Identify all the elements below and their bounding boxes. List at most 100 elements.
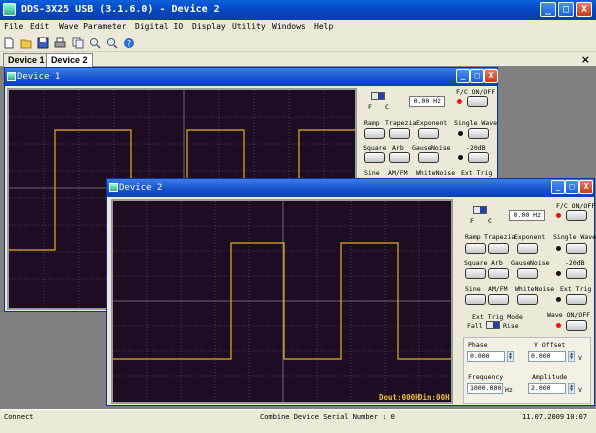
device-2-trig-edge-switch[interactable]	[486, 321, 500, 329]
device-1-ramp-label: Ramp	[364, 119, 380, 127]
device-1-single-wave-label: Single Wave	[454, 119, 498, 127]
device-1-freq-readout: 0.00 Hz	[409, 96, 445, 107]
amplitude-spinner[interactable]: ▲ ▼	[568, 383, 575, 394]
device-2-sine-button[interactable]	[465, 294, 486, 305]
new-icon[interactable]	[3, 37, 15, 49]
toolbar: ?	[0, 35, 596, 52]
device-1-title: Device 1	[17, 72, 61, 82]
device-2-maximize-button[interactable]: □	[565, 180, 579, 194]
device-1-title-bar[interactable]: Device 1 _ □ X	[5, 68, 498, 86]
device-1-fc-onoff-button[interactable]	[467, 96, 488, 107]
yoffset-input[interactable]: 0.000	[528, 351, 566, 362]
menu-edit[interactable]: Edit	[30, 22, 49, 31]
device-1-gause-button[interactable]	[418, 152, 439, 163]
device-1-single-wave-button[interactable]	[468, 128, 489, 139]
device-1-fc-switch[interactable]	[371, 92, 385, 100]
menu-utility[interactable]: Utility	[232, 22, 266, 31]
device-1-close-button[interactable]: X	[484, 69, 498, 83]
device-2-gause-button[interactable]	[517, 268, 538, 279]
document-tabs: Device 1 Device 2 ×	[0, 52, 596, 67]
print-icon[interactable]	[54, 37, 66, 49]
device-2-fc-switch[interactable]	[473, 206, 487, 214]
device-2-minus20db-button[interactable]	[566, 268, 587, 279]
device-2-arb-button[interactable]	[488, 268, 509, 279]
device-1-trapezia-button[interactable]	[389, 128, 410, 139]
device-2-control-panel: F C 0.00 Hz F/C ON/OFF Ramp Trapezia Exp…	[457, 199, 596, 405]
tab-device-1[interactable]: Device 1	[3, 53, 50, 67]
device-2-f-label: F	[470, 217, 474, 225]
device-1-fc-onoff-label: F/C ON/OFF	[456, 88, 496, 96]
yoffset-unit: V	[578, 354, 582, 362]
app-title-bar[interactable]: DDS-3X25 USB (3.1.6.0) - Device 2 _ □ X	[0, 0, 596, 20]
device-2-whitenoise-button[interactable]	[517, 294, 538, 305]
device-1-ramp-button[interactable]	[364, 128, 385, 139]
phase-spinner[interactable]: ▲ ▼	[507, 351, 514, 362]
save-icon[interactable]	[37, 37, 49, 49]
device-2-waveform	[113, 201, 451, 402]
device-2-arb-label: Arb	[491, 259, 503, 267]
device-1-minus20db-button[interactable]	[468, 152, 489, 163]
device-2-window[interactable]: Device 2 _ □ X Dout:000H Din:00H F C 0.0…	[106, 178, 596, 406]
device-2-minus20db-label: -20dB	[565, 259, 585, 267]
phase-label: Phase	[468, 341, 488, 349]
device-2-amfm-button[interactable]	[488, 294, 509, 305]
device-1-amfm-label: AM/FM	[388, 169, 408, 177]
status-time: 10:07	[566, 413, 588, 421]
menu-help[interactable]: Help	[314, 22, 333, 31]
device-icon	[7, 72, 16, 81]
device-2-single-wave-button[interactable]	[566, 243, 587, 254]
menu-display[interactable]: Display	[192, 22, 226, 31]
phase-input[interactable]: 0.000	[467, 351, 505, 362]
close-button[interactable]: X	[576, 2, 592, 17]
device-2-exponent-button[interactable]	[517, 243, 538, 254]
device-1-maximize-button[interactable]: □	[470, 69, 484, 83]
device-2-amfm-label: AM/FM	[488, 285, 508, 293]
device-1-exponent-button[interactable]	[418, 128, 439, 139]
open-icon[interactable]	[20, 37, 32, 49]
device-2-trapezia-button[interactable]	[488, 243, 509, 254]
device-1-square-button[interactable]	[364, 152, 385, 163]
device-2-ext-trig-label: Ext Trig	[560, 285, 592, 293]
device-2-square-button[interactable]	[465, 268, 486, 279]
device-2-ext-trig-button[interactable]	[566, 294, 587, 305]
device-1-noise-label: Noise	[431, 144, 451, 152]
device-2-fall-label: Fall	[467, 322, 483, 330]
device-2-title-bar[interactable]: Device 2 _ □ X	[107, 179, 594, 197]
help-icon[interactable]: ?	[123, 37, 135, 49]
device-1-arb-button[interactable]	[389, 152, 410, 163]
frequency-input[interactable]: 1000.000	[467, 383, 503, 394]
amplitude-input[interactable]: 2.000	[528, 383, 566, 394]
menu-windows[interactable]: Windows	[272, 22, 306, 31]
device-2-ramp-button[interactable]	[465, 243, 486, 254]
menu-digital-io[interactable]: Digital IO	[135, 22, 183, 31]
din-readout: Din:00H	[418, 393, 450, 402]
device-1-whitenoise-label: WhiteNoise	[416, 169, 456, 177]
device-2-wave-onoff-button[interactable]	[566, 320, 587, 331]
device-2-rise-label: Rise	[503, 322, 519, 330]
app-icon	[3, 3, 16, 16]
device-2-close-button[interactable]: X	[579, 180, 593, 194]
amplitude-unit: V	[578, 386, 582, 394]
zoom-out-icon[interactable]	[106, 37, 118, 49]
device-2-fc-onoff-button[interactable]	[566, 210, 587, 221]
menu-file[interactable]: File	[4, 22, 23, 31]
close-tab-icon[interactable]: ×	[581, 53, 590, 66]
device-1-ext-trig-label: Ext Trig	[461, 169, 493, 177]
zoom-in-icon[interactable]	[89, 37, 101, 49]
maximize-button[interactable]: □	[558, 2, 574, 17]
yoffset-spinner[interactable]: ▲ ▼	[568, 351, 575, 362]
app-title: DDS-3X25 USB (3.1.6.0) - Device 2	[21, 4, 220, 15]
device-2-ramp-label: Ramp	[465, 233, 481, 241]
menu-wave-parameter[interactable]: Wave Parameter	[59, 22, 126, 31]
device-2-freq-readout: 0.00 Hz	[509, 210, 545, 221]
device-1-gause-label: Gause	[412, 144, 432, 152]
device-2-ext-trig-mode-label: Ext Trig Mode	[472, 313, 523, 321]
minimize-button[interactable]: _	[540, 2, 556, 17]
device-2-minimize-button[interactable]: _	[551, 180, 565, 194]
device-1-minimize-button[interactable]: _	[456, 69, 470, 83]
device-2-parameter-section: Phase 0.000 ▲ ▼ Y Offset 0.000 ▲ ▼ V Frequ…	[463, 337, 591, 404]
device-icon	[109, 183, 118, 192]
tab-device-2[interactable]: Device 2	[46, 53, 93, 67]
copy-icon[interactable]	[72, 37, 84, 49]
device-1-sine-label: Sine	[364, 169, 380, 177]
